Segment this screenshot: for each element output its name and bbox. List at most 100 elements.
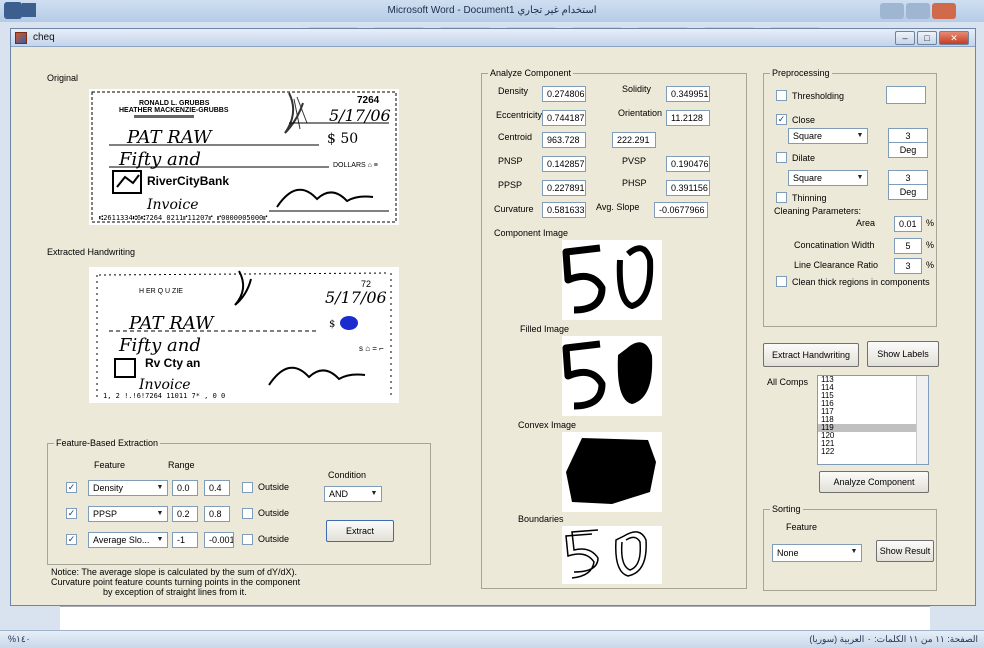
components-listbox[interactable]: 113 114 115 116 117 118 119 120 121 122 xyxy=(817,375,929,465)
row2-max-input[interactable]: 0.8 xyxy=(204,506,230,522)
lineclear-input[interactable]: 3 xyxy=(894,258,922,274)
close-checkbox[interactable]: ✓ xyxy=(776,114,787,125)
row3-checkbox[interactable]: ✓ xyxy=(66,534,77,545)
maximize-button[interactable]: □ xyxy=(917,31,937,45)
word-titlebar: Microsoft Word - Document1 استخدام غير ت… xyxy=(0,0,984,22)
clean-thick-checkbox[interactable] xyxy=(776,276,787,287)
row3-outside-label: Outside xyxy=(258,534,290,544)
convex-image-label: Convex Image xyxy=(518,420,577,430)
dilate-unit[interactable]: Deg xyxy=(888,184,928,200)
preprocessing-panel: Preprocessing Thresholding ✓ Close Squar… xyxy=(763,68,937,327)
ext-bank: Rv Cty an xyxy=(145,356,200,370)
range-header: Range xyxy=(168,460,195,470)
extract-button[interactable]: Extract xyxy=(326,520,394,542)
show-result-button[interactable]: Show Result xyxy=(876,540,934,562)
row1-checkbox[interactable]: ✓ xyxy=(66,482,77,493)
list-item[interactable]: 121 xyxy=(818,440,928,448)
row3-min-input[interactable]: -1 xyxy=(172,532,198,548)
close-shape-select[interactable]: Square ▼ xyxy=(788,128,868,144)
avgslope-value[interactable]: -0.0677966 xyxy=(654,202,708,218)
sorting-feature-label: Feature xyxy=(786,522,818,532)
svg-text:DOLLARS ⌂ ≡: DOLLARS ⌂ ≡ xyxy=(333,162,378,169)
avgslope-label: Avg. Slope xyxy=(596,202,640,212)
extracted-label: Extracted Handwriting xyxy=(47,247,136,257)
list-item[interactable]: 117 xyxy=(818,408,928,416)
cheq-window: cheq – □ ✕ Original RONALD L. GRUBBS HEA… xyxy=(10,28,976,606)
filled-image-label: Filled Image xyxy=(520,324,570,334)
figure-body: Original RONALD L. GRUBBS HEATHER MACKEN… xyxy=(11,47,975,605)
row2-outside-checkbox[interactable] xyxy=(242,508,253,519)
list-item[interactable]: 118 xyxy=(818,416,928,424)
zoom-level[interactable]: %١٤٠ xyxy=(8,634,31,645)
area-input[interactable]: 0.01 xyxy=(894,216,922,232)
analyze-title: Analyze Component xyxy=(488,68,574,78)
show-labels-button[interactable]: Show Labels xyxy=(867,341,939,367)
extracted-handwriting-image: H ER Q U ZIE 72 5/17/06 PAT RAW $ Fifty … xyxy=(89,267,399,403)
check-amount: $ 50 xyxy=(327,131,358,147)
curvature-value[interactable]: 0.581633 xyxy=(542,202,586,218)
centroid-y-value[interactable]: 222.291 xyxy=(612,132,656,148)
word-title: Microsoft Word - Document1 استخدام غير ت… xyxy=(387,5,597,16)
condition-label: Condition xyxy=(328,470,367,480)
list-item[interactable]: 122 xyxy=(818,448,928,456)
sorting-panel: Sorting Feature None ▼ Show Result xyxy=(763,504,937,591)
density-value[interactable]: 0.274806 xyxy=(542,86,586,102)
maximize-icon[interactable] xyxy=(906,3,930,19)
analyze-component-button[interactable]: Analyze Component xyxy=(819,471,929,493)
close-label: Close xyxy=(792,115,816,125)
dilate-shape-select[interactable]: Square ▼ xyxy=(788,170,868,186)
pvsp-value[interactable]: 0.190476 xyxy=(666,156,710,172)
list-item[interactable]: 115 xyxy=(818,392,928,400)
listbox-scrollbar[interactable] xyxy=(916,376,928,464)
row1-feature-select[interactable]: Density ▼ xyxy=(88,480,168,496)
phsp-value[interactable]: 0.391156 xyxy=(666,180,710,196)
minimize-button[interactable]: – xyxy=(895,31,915,45)
solidity-label: Solidity xyxy=(622,84,652,94)
threshold-input[interactable] xyxy=(886,86,926,104)
list-item-selected[interactable]: 119 xyxy=(818,424,928,432)
eccentricity-value[interactable]: 0.744187 xyxy=(542,110,586,126)
pnsp-label: PNSP xyxy=(498,156,523,166)
check-name1: RONALD L. GRUBBS xyxy=(139,100,210,107)
row1-min-input[interactable]: 0.0 xyxy=(172,480,198,496)
close-unit[interactable]: Deg xyxy=(888,142,928,158)
solidity-value[interactable]: 0.349951 xyxy=(666,86,710,102)
pnsp-value[interactable]: 0.142857 xyxy=(542,156,586,172)
thinning-checkbox[interactable] xyxy=(776,192,787,203)
window-title: cheq xyxy=(33,32,55,43)
orientation-value[interactable]: 11.2128 xyxy=(666,110,710,126)
clean-thick-label: Clean thick regions in components xyxy=(792,277,930,287)
original-label: Original xyxy=(47,73,79,83)
thresholding-checkbox[interactable] xyxy=(776,90,787,101)
list-item[interactable]: 116 xyxy=(818,400,928,408)
document-page[interactable] xyxy=(60,606,930,630)
row1-max-input[interactable]: 0.4 xyxy=(204,480,230,496)
close-button[interactable]: ✕ xyxy=(939,31,969,45)
row2-feature-select[interactable]: PPSP ▼ xyxy=(88,506,168,522)
centroid-x-value[interactable]: 963.728 xyxy=(542,132,586,148)
check-name2: HEATHER MACKENZIE-GRUBBS xyxy=(119,107,229,114)
lineclear-pct: % xyxy=(926,260,935,270)
sorting-feature-select[interactable]: None ▼ xyxy=(772,544,862,562)
row3-feature-select[interactable]: Average Slo... ▼ xyxy=(88,532,168,548)
list-item[interactable]: 113 xyxy=(818,376,928,384)
area-pct: % xyxy=(926,218,935,228)
close-icon[interactable] xyxy=(932,3,956,19)
list-item[interactable]: 120 xyxy=(818,432,928,440)
condition-select[interactable]: AND ▼ xyxy=(324,486,382,502)
row3-outside-checkbox[interactable] xyxy=(242,534,253,545)
minimize-icon[interactable] xyxy=(880,3,904,19)
concat-input[interactable]: 5 xyxy=(894,238,922,254)
row2-checkbox[interactable]: ✓ xyxy=(66,508,77,519)
ppsp-value[interactable]: 0.227891 xyxy=(542,180,586,196)
dilate-checkbox[interactable] xyxy=(776,152,787,163)
row2-outside-label: Outside xyxy=(258,508,290,518)
row3-max-input[interactable]: -0.001 xyxy=(204,532,234,548)
filled-image xyxy=(562,336,662,416)
extract-handwriting-button[interactable]: Extract Handwriting xyxy=(763,343,859,367)
analyze-component-panel: Analyze Component Density 0.274806 Solid… xyxy=(481,68,747,589)
row2-min-input[interactable]: 0.2 xyxy=(172,506,198,522)
row1-outside-checkbox[interactable] xyxy=(242,482,253,493)
list-item[interactable]: 114 xyxy=(818,384,928,392)
preprocessing-title: Preprocessing xyxy=(770,68,832,78)
